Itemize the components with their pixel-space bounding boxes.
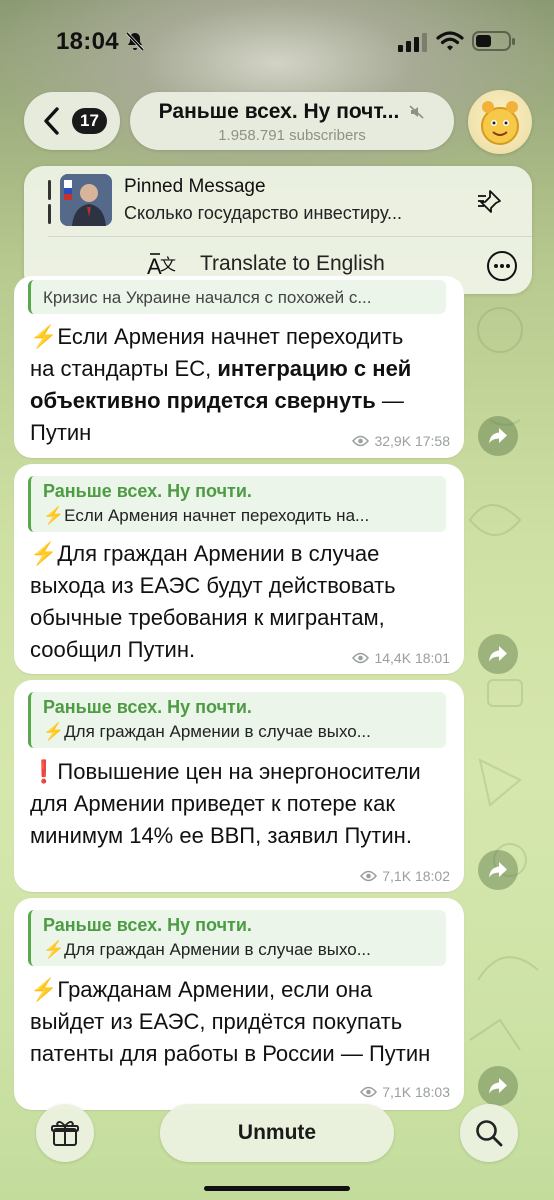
pinned-thumbnail xyxy=(60,174,112,226)
share-button[interactable] xyxy=(478,850,518,890)
pin-indicator xyxy=(48,180,51,200)
message-time: 18:03 xyxy=(414,1084,450,1100)
reply-text: Кризис на Украине начался с похожей с... xyxy=(43,288,372,307)
wifi-icon xyxy=(436,31,464,51)
pinned-panel: Pinned Message Сколько государство инвес… xyxy=(24,166,532,294)
signal-icon xyxy=(398,33,427,52)
pin-indicator xyxy=(48,204,51,224)
share-button[interactable] xyxy=(478,634,518,674)
search-button[interactable] xyxy=(460,1104,518,1162)
unread-count-badge: 17 xyxy=(72,108,107,134)
share-icon xyxy=(489,428,507,444)
message-time: 17:58 xyxy=(414,433,450,449)
unmute-button[interactable]: Unmute xyxy=(160,1104,394,1162)
share-icon xyxy=(489,646,507,662)
channel-header[interactable]: Раньше всех. Ну почт... 1.958.791 subscr… xyxy=(130,92,454,150)
share-button[interactable] xyxy=(478,1066,518,1106)
message-text: ⚡Для граждан Армении в случае выхода из … xyxy=(30,541,396,662)
reply-author: Раньше всех. Ну почти. xyxy=(43,481,252,501)
view-count: 32,9K xyxy=(374,433,412,449)
battery-icon xyxy=(472,31,515,51)
divider xyxy=(48,236,532,237)
channel-title: Раньше всех. Ну почт... xyxy=(158,100,400,123)
message-text: ❗Повышение цен на энергоносители для Арм… xyxy=(30,759,421,848)
share-icon xyxy=(489,1078,507,1094)
pin-icon[interactable] xyxy=(476,188,506,216)
view-count: 14,4K xyxy=(374,650,412,666)
subscriber-count: 1.958.791 subscribers xyxy=(218,127,366,144)
reply-preview[interactable]: Раньше всех. Ну почти. ⚡Если Армения нач… xyxy=(28,476,446,532)
more-icon[interactable] xyxy=(486,250,518,282)
eye-icon xyxy=(360,870,378,882)
reply-author: Раньше всех. Ну почти. xyxy=(43,915,252,935)
reply-text: ⚡Для граждан Армении в случае выхо... xyxy=(43,722,371,741)
message-meta: 32,9K 17:58 xyxy=(352,433,450,449)
message-bubble[interactable]: Раньше всех. Ну почти. ⚡Для граждан Арме… xyxy=(14,680,464,892)
clock: 18:04 xyxy=(56,28,119,55)
reply-preview[interactable]: Раньше всех. Ну почти. ⚡Для граждан Арме… xyxy=(28,910,446,966)
translate-button[interactable]: Translate to English xyxy=(200,252,385,276)
back-chevron-icon xyxy=(44,107,59,135)
bell-off-icon xyxy=(125,31,145,52)
alarm-clock-icon xyxy=(481,101,519,145)
message-bubble[interactable]: Кризис на Украине начался с похожей с...… xyxy=(14,276,464,458)
message-bubble[interactable]: Раньше всех. Ну почти. ⚡Если Армения нач… xyxy=(14,464,464,674)
reply-author: Раньше всех. Ну почти. xyxy=(43,697,252,717)
share-button[interactable] xyxy=(478,416,518,456)
eye-icon xyxy=(352,652,370,664)
reply-text: ⚡Для граждан Армении в случае выхо... xyxy=(43,940,371,959)
gift-icon xyxy=(51,1121,79,1146)
message-meta: 14,4K 18:01 xyxy=(352,650,450,666)
share-icon xyxy=(489,862,507,878)
message-meta: 7,1K 18:02 xyxy=(360,868,450,884)
search-icon xyxy=(476,1120,503,1147)
home-indicator xyxy=(204,1186,350,1191)
reply-preview[interactable]: Раньше всех. Ну почти. ⚡Для граждан Арме… xyxy=(28,692,446,748)
pinned-title: Pinned Message xyxy=(124,176,266,197)
view-count: 7,1K xyxy=(382,1084,412,1100)
message-time: 18:01 xyxy=(414,650,450,666)
eye-icon xyxy=(352,435,370,447)
message-meta: 7,1K 18:03 xyxy=(360,1084,450,1100)
view-count: 7,1K xyxy=(382,868,412,884)
reply-preview[interactable]: Кризис на Украине начался с похожей с... xyxy=(28,280,446,314)
message-text: ⚡Если Армения начнет переходить на станд… xyxy=(30,324,412,445)
mute-icon xyxy=(409,105,424,119)
pinned-text: Сколько государство инвестиру... xyxy=(124,203,403,223)
back-button[interactable]: 17 xyxy=(24,92,120,150)
svg-text:文: 文 xyxy=(160,255,176,274)
gift-button[interactable] xyxy=(36,1104,94,1162)
eye-icon xyxy=(360,1086,378,1098)
message-time: 18:02 xyxy=(414,868,450,884)
reply-text: ⚡Если Армения начнет переходить на... xyxy=(43,506,370,525)
channel-avatar[interactable] xyxy=(468,90,532,154)
message-text: ⚡Гражданам Армении, если она выйдет из Е… xyxy=(30,977,431,1066)
status-bar: 18:04 xyxy=(0,0,554,84)
message-bubble[interactable]: Раньше всех. Ну почти. ⚡Для граждан Арме… xyxy=(14,898,464,1110)
